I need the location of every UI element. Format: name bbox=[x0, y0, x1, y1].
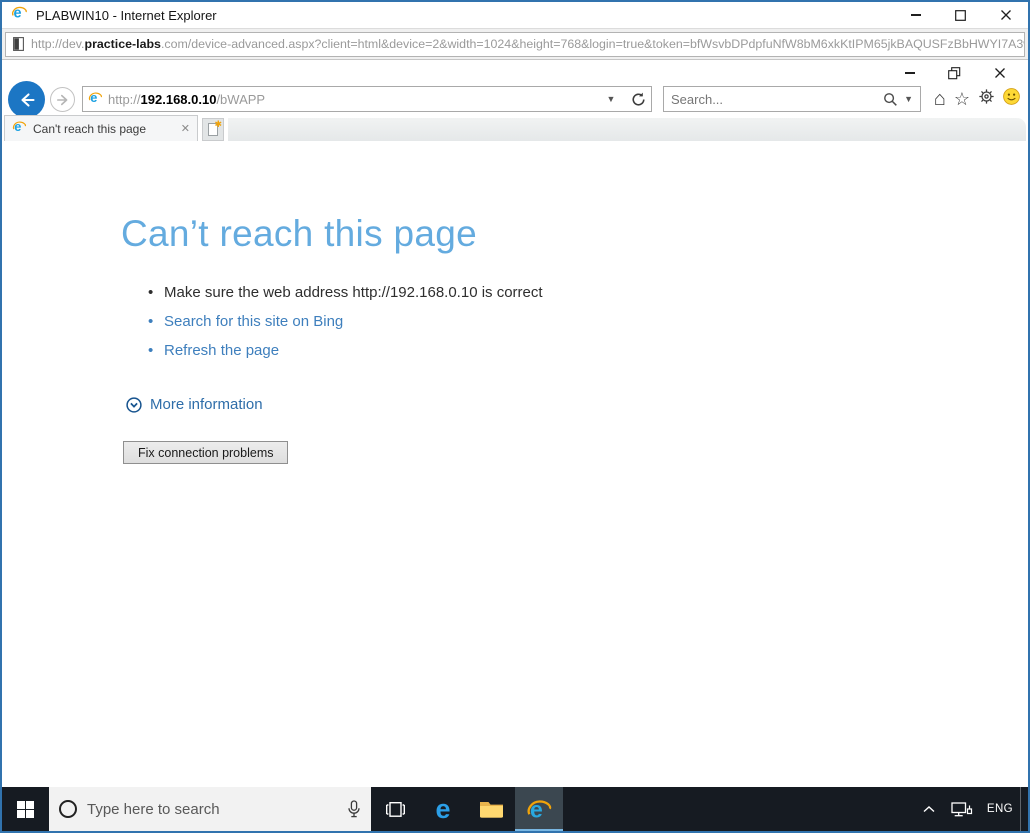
new-tab-icon: ✱ bbox=[208, 119, 222, 136]
search-dropdown-button[interactable]: ▼ bbox=[904, 94, 913, 104]
svg-text:e: e bbox=[14, 119, 21, 134]
outer-address-strip: http://dev.practice-labs.com/device-adva… bbox=[2, 28, 1028, 60]
outer-close-button[interactable] bbox=[983, 2, 1028, 28]
forward-arrow-icon bbox=[56, 94, 67, 105]
back-button[interactable] bbox=[8, 81, 45, 118]
home-icon[interactable]: ⌂ bbox=[934, 89, 946, 109]
chevron-up-icon bbox=[923, 806, 935, 813]
browser-toolbar-icons: ⌂ ☆ bbox=[934, 86, 1020, 112]
maximize-icon bbox=[955, 9, 966, 21]
link-refresh-page[interactable]: Refresh the page bbox=[142, 342, 543, 359]
url-prefix: http://dev. bbox=[31, 37, 85, 51]
address-protocol: http:// bbox=[108, 91, 141, 107]
minimize-icon bbox=[910, 14, 921, 16]
browser-search-box: ▼ bbox=[663, 86, 921, 112]
cortana-icon bbox=[59, 800, 77, 818]
close-icon bbox=[994, 68, 1005, 78]
outer-maximize-button[interactable] bbox=[938, 2, 983, 28]
command-strip bbox=[228, 118, 1026, 141]
system-tray: ENG bbox=[915, 787, 1028, 831]
suggestion-check-address: Make sure the web address http://192.168… bbox=[142, 284, 543, 301]
network-ethernet-icon bbox=[951, 801, 972, 816]
sparkle-icon: ✱ bbox=[214, 119, 222, 129]
address-dropdown-button[interactable]: ▼ bbox=[602, 94, 620, 104]
language-label: ENG bbox=[986, 803, 1013, 815]
restore-icon bbox=[948, 66, 961, 79]
address-path: /bWAPP bbox=[216, 91, 266, 107]
url-domain: practice-labs bbox=[84, 37, 161, 51]
minimize-icon bbox=[904, 72, 915, 74]
tab-favicon-ie-icon: e bbox=[12, 119, 27, 139]
edge-icon: e bbox=[435, 793, 451, 824]
taskbar-internet-explorer-button[interactable]: e bbox=[515, 787, 563, 831]
inner-minimize-button[interactable] bbox=[887, 60, 932, 86]
start-button[interactable] bbox=[2, 787, 49, 831]
refresh-button[interactable] bbox=[625, 87, 651, 111]
tab-favicon-ie-icon: e bbox=[88, 90, 103, 108]
outer-window-title: PLABWIN10 - Internet Explorer bbox=[36, 7, 217, 23]
refresh-icon bbox=[631, 92, 645, 106]
show-desktop-button[interactable] bbox=[1020, 787, 1025, 831]
settings-gear-icon[interactable] bbox=[978, 88, 995, 110]
address-url: http://192.168.0.10/bWAPP bbox=[108, 92, 265, 107]
internet-explorer-icon: e bbox=[527, 796, 551, 822]
outer-ie-window: e PLABWIN10 - Internet Explorer http://d… bbox=[0, 0, 1030, 833]
task-view-icon bbox=[385, 801, 405, 817]
show-hidden-icons-button[interactable] bbox=[915, 787, 943, 831]
windows-logo-icon bbox=[17, 800, 34, 818]
tab-cant-reach[interactable]: e Can't reach this page ✕ bbox=[4, 115, 198, 141]
inner-close-button[interactable] bbox=[977, 60, 1022, 86]
address-host: 192.168.0.10 bbox=[140, 91, 217, 107]
feedback-smiley-icon[interactable] bbox=[1003, 88, 1020, 110]
link-search-bing[interactable]: Search for this site on Bing bbox=[142, 313, 543, 330]
inner-restore-button[interactable] bbox=[932, 60, 977, 86]
favorites-star-icon[interactable]: ☆ bbox=[954, 90, 970, 108]
tab-row: e Can't reach this page ✕ ✱ bbox=[4, 115, 1026, 141]
more-information-toggle[interactable]: More information bbox=[126, 396, 263, 413]
outer-url-text: http://dev.practice-labs.com/device-adva… bbox=[31, 37, 1025, 51]
task-view-button[interactable] bbox=[371, 787, 419, 831]
tab-title: Can't reach this page bbox=[33, 121, 147, 136]
new-tab-button[interactable]: ✱ bbox=[202, 118, 224, 141]
forward-button[interactable] bbox=[50, 87, 75, 112]
outer-address-bar[interactable]: http://dev.practice-labs.com/device-adva… bbox=[5, 31, 1025, 57]
ie-logo-icon: e bbox=[11, 4, 28, 26]
error-suggestion-list: Make sure the web address http://192.168… bbox=[142, 284, 543, 371]
tab-close-icon[interactable]: ✕ bbox=[181, 122, 190, 135]
file-explorer-folder-icon bbox=[479, 802, 503, 818]
close-icon bbox=[1000, 10, 1011, 20]
taskbar: e e ENG bbox=[2, 787, 1028, 831]
taskbar-edge-button[interactable]: e bbox=[419, 787, 467, 831]
page-file-icon bbox=[13, 37, 24, 51]
browser-search-input[interactable] bbox=[671, 91, 878, 107]
taskbar-file-explorer-button[interactable] bbox=[467, 787, 515, 831]
fix-connection-problems-button[interactable]: Fix connection problems bbox=[123, 441, 289, 464]
svg-text:e: e bbox=[90, 90, 97, 105]
more-information-label: More information bbox=[150, 396, 263, 413]
circled-chevron-down-icon bbox=[126, 396, 142, 413]
taskbar-search-box[interactable] bbox=[49, 787, 371, 831]
search-icon[interactable] bbox=[883, 92, 898, 107]
inner-window-controls bbox=[887, 60, 1022, 86]
network-status-button[interactable] bbox=[943, 787, 980, 831]
microphone-icon[interactable] bbox=[347, 799, 361, 819]
url-suffix: .com/device-advanced.aspx?client=html&de… bbox=[160, 37, 1025, 51]
inner-ie-window: e http://192.168.0.10/bWAPP ▼ ▼ ⌂ ☆ bbox=[2, 60, 1028, 787]
address-bar[interactable]: e http://192.168.0.10/bWAPP ▼ bbox=[82, 86, 652, 112]
back-arrow-icon bbox=[20, 92, 35, 107]
outer-titlebar: e PLABWIN10 - Internet Explorer bbox=[2, 2, 1028, 28]
outer-window-controls bbox=[893, 2, 1028, 28]
outer-minimize-button[interactable] bbox=[893, 2, 938, 28]
language-indicator[interactable]: ENG bbox=[980, 787, 1020, 831]
error-page-title: Can’t reach this page bbox=[121, 213, 477, 254]
taskbar-search-input[interactable] bbox=[87, 800, 337, 818]
